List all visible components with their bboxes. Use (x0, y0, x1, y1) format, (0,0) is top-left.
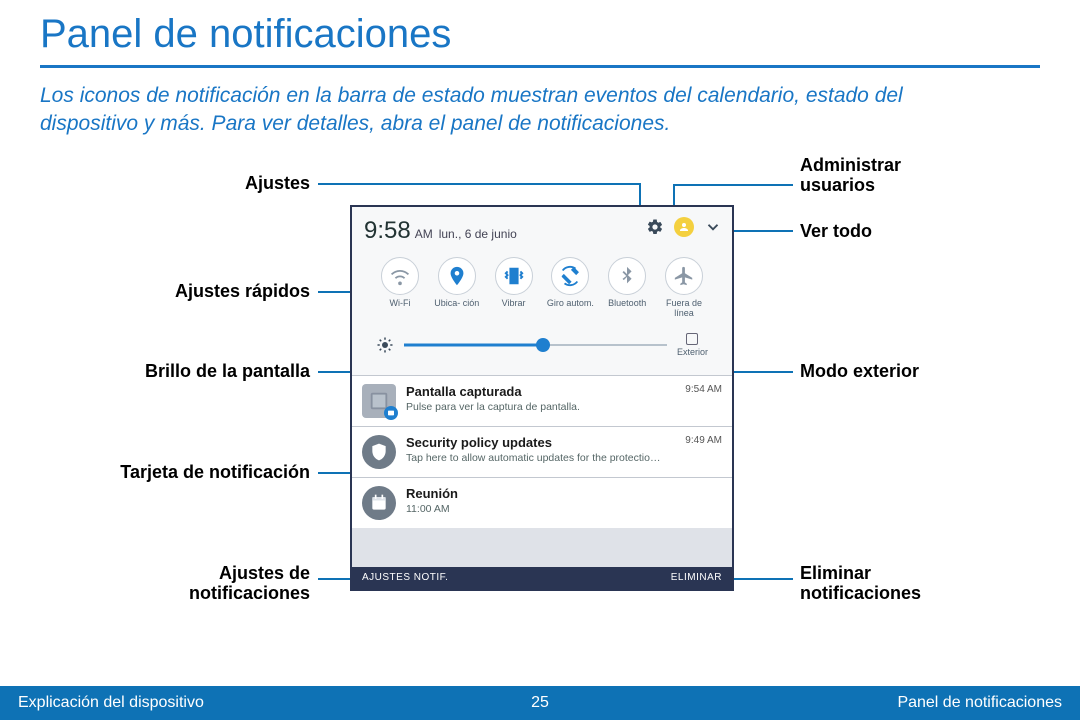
status-date: lun., 6 de junio (439, 227, 517, 241)
image-badge-icon (384, 406, 398, 420)
qs-bluetooth-label: Bluetooth (608, 299, 646, 319)
qs-airplane[interactable]: Fuera de línea (656, 257, 712, 319)
exterior-label: Exterior (677, 347, 708, 357)
notif-time: 9:54 AM (685, 384, 722, 395)
callout-ajustes-notif: Ajustes de notificaciones (120, 563, 310, 604)
calendar-icon (362, 486, 396, 520)
gear-icon[interactable] (646, 218, 664, 236)
brightness-row: Exterior (364, 319, 720, 367)
page-footer: Explicación del dispositivo 25 Panel de … (0, 686, 1080, 720)
notification-card[interactable]: Security policy updates Tap here to allo… (352, 426, 732, 477)
chevron-down-icon[interactable] (704, 218, 722, 236)
notif-time: 9:49 AM (685, 435, 722, 446)
notification-card[interactable]: Reunión 11:00 AM (352, 477, 732, 528)
notif-title: Reunión (406, 486, 458, 501)
exterior-checkbox[interactable] (686, 333, 698, 345)
callout-eliminar-notif-text: Eliminar notificaciones (800, 563, 980, 604)
notif-title: Pantalla capturada (406, 384, 580, 399)
qs-wifi[interactable]: Wi-Fi (372, 257, 428, 319)
notif-title: Security policy updates (406, 435, 666, 450)
qs-airplane-label: Fuera de línea (656, 299, 712, 319)
callout-modo-exterior: Modo exterior (800, 361, 919, 382)
qs-vibrate[interactable]: Vibrar (486, 257, 542, 319)
qs-location[interactable]: Ubica- ción (429, 257, 485, 319)
user-icon[interactable] (674, 217, 694, 237)
notification-card[interactable]: Pantalla capturada Pulse para ver la cap… (352, 375, 732, 426)
notif-sub: Pulse para ver la captura de pantalla. (406, 401, 580, 413)
qs-location-label: Ubica- ción (434, 299, 479, 319)
panel-footer-right[interactable]: ELIMINAR (671, 572, 722, 583)
callout-brillo: Brillo de la pantalla (50, 361, 310, 382)
shield-icon (362, 435, 396, 469)
panel-footer-left[interactable]: AJUSTES NOTIF. (362, 572, 448, 583)
callout-tarjeta: Tarjeta de notificación (50, 462, 310, 483)
callout-eliminar-notif: Eliminar notificaciones (800, 563, 980, 604)
footer-page-number: 25 (531, 694, 549, 712)
qs-autorotate[interactable]: Giro autom. (542, 257, 598, 319)
qs-autorotate-label: Giro autom. (547, 299, 594, 319)
notif-sub: Tap here to allow automatic updates for … (406, 452, 666, 464)
notif-sub: 11:00 AM (406, 503, 458, 515)
title-rule (40, 65, 1040, 68)
brightness-slider[interactable] (404, 338, 667, 352)
panel-footer: AJUSTES NOTIF. ELIMINAR (352, 567, 732, 589)
callout-ajustes-rapidos: Ajustes rápidos (90, 281, 310, 302)
callout-ver-todo: Ver todo (800, 221, 872, 242)
screenshot-thumb-icon (362, 384, 396, 418)
intro-text: Los iconos de notificación en la barra d… (0, 82, 1000, 149)
quick-settings-row: Wi-Fi Ubica- ción Vibrar Giro autom. (364, 257, 720, 319)
callout-ajustes: Ajustes (90, 173, 310, 194)
page-title: Panel de notificaciones (0, 0, 1080, 65)
footer-right: Panel de notificaciones (897, 694, 1062, 712)
notification-list: Pantalla capturada Pulse para ver la cap… (352, 375, 732, 528)
qs-vibrate-label: Vibrar (502, 299, 526, 319)
phone-top: 9:58 AM lun., 6 de junio (352, 207, 732, 375)
brightness-icon (376, 336, 394, 354)
status-time: 9:58 (364, 217, 411, 245)
callout-administrar-usuarios: Administrar usuarios (800, 155, 960, 196)
callout-administrar-usuarios-text: Administrar usuarios (800, 155, 960, 196)
diagram: Ajustes Administrar usuarios Ver todo Aj… (40, 149, 1040, 619)
qs-wifi-label: Wi-Fi (390, 299, 411, 319)
status-ampm: AM (415, 227, 433, 241)
qs-bluetooth[interactable]: Bluetooth (599, 257, 655, 319)
footer-left: Explicación del dispositivo (18, 694, 204, 712)
exterior-toggle[interactable]: Exterior (677, 333, 708, 357)
phone-panel: 9:58 AM lun., 6 de junio (350, 205, 734, 591)
